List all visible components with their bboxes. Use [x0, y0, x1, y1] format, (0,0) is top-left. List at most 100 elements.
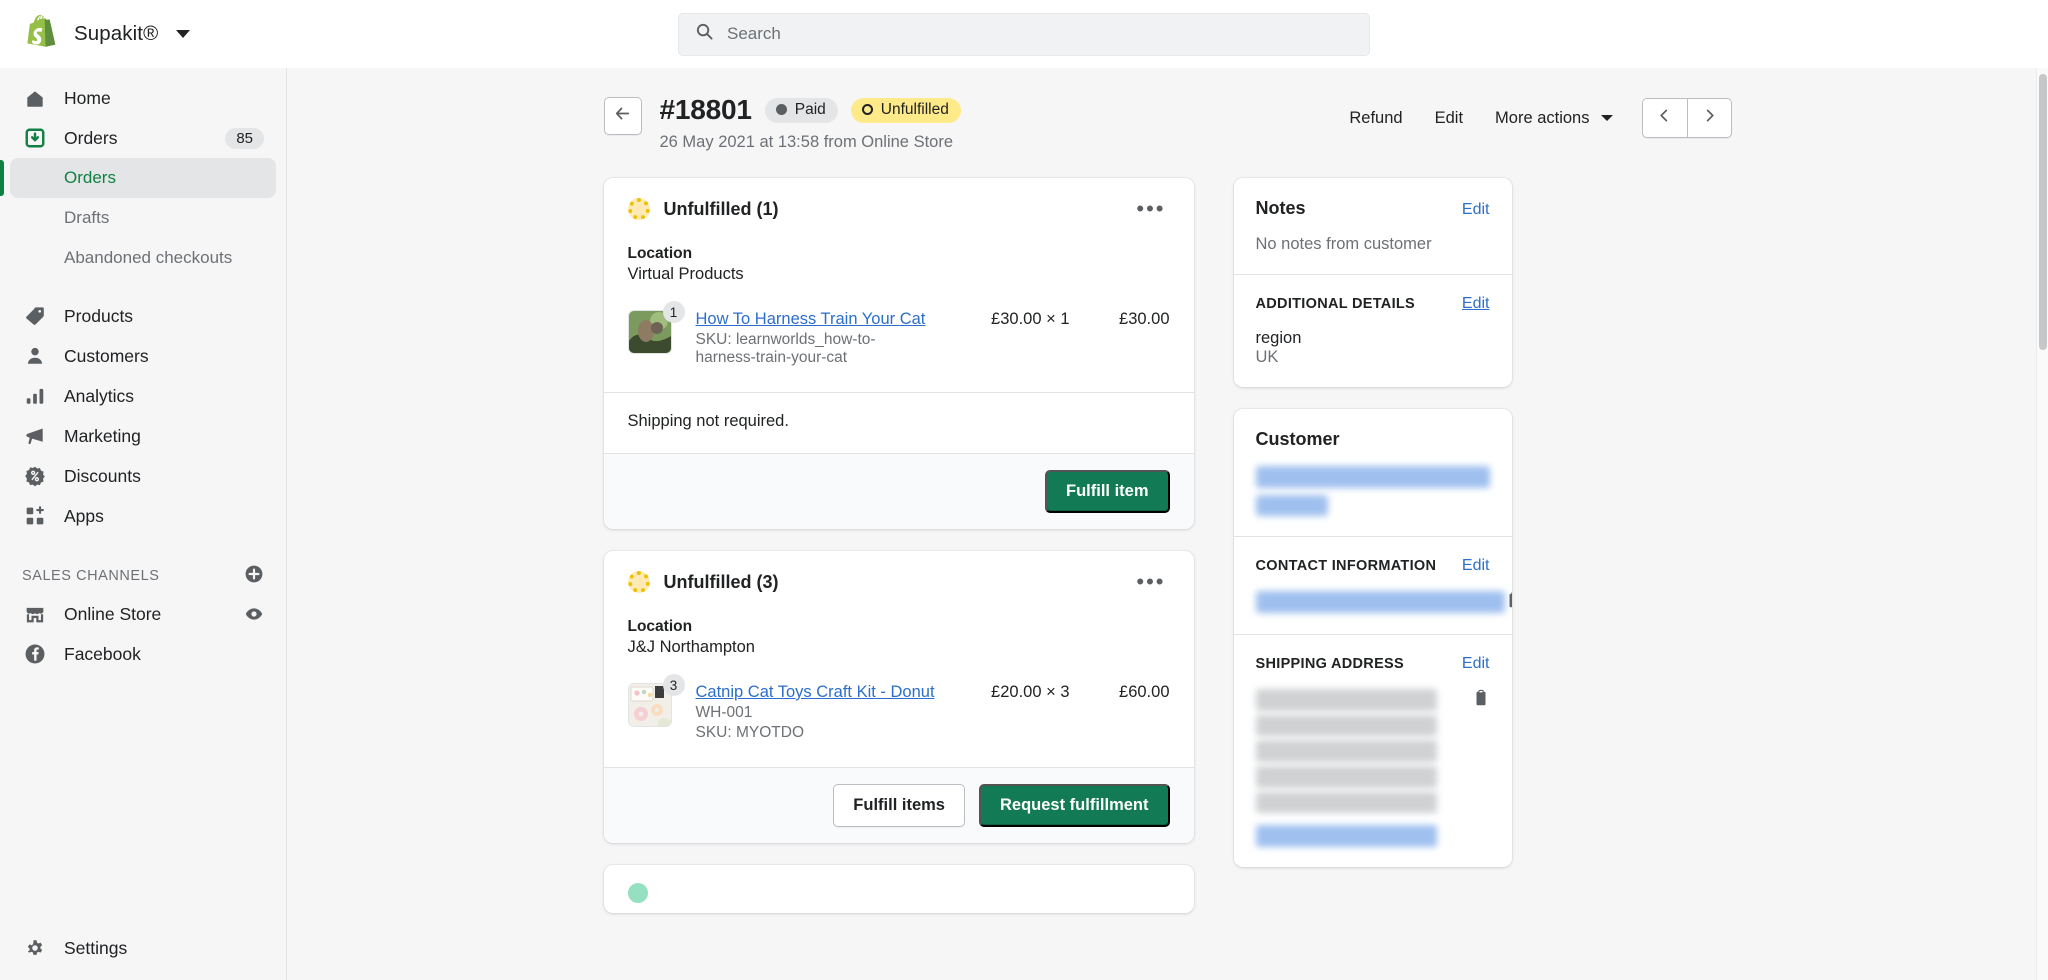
sidebar-item-discounts[interactable]: Discounts — [10, 456, 276, 496]
shipping-address-lines: ██████████████ █████████████ ███████████… — [1255, 689, 1437, 847]
shipping-address-edit-link[interactable]: Edit — [1462, 655, 1490, 673]
view-map-link-redacted[interactable]: ██████████ — [1255, 825, 1437, 847]
sidebar-item-label: Analytics — [64, 385, 135, 406]
sidebar-item-analytics[interactable]: Analytics — [10, 376, 276, 416]
app-shell: Home Orders 85 Orders Drafts Abandoned c… — [0, 68, 2048, 980]
scrollbar-thumb[interactable] — [2039, 74, 2047, 350]
sidebar-item-orders[interactable]: Orders 85 — [10, 118, 276, 158]
clipboard-icon[interactable] — [1505, 591, 1512, 614]
sidebar-item-label: Marketing — [64, 425, 141, 446]
product-link[interactable]: Catnip Cat Toys Craft Kit - Donut — [696, 683, 936, 702]
sidebar-subitem-label: Abandoned checkouts — [64, 248, 233, 267]
facebook-icon — [22, 641, 48, 667]
sidebar-item-settings[interactable]: Settings — [10, 928, 276, 968]
next-card-partial — [603, 865, 1194, 913]
notes-section: Notes Edit No notes from customer — [1234, 178, 1512, 274]
sidebar-item-online-store[interactable]: Online Store — [10, 594, 276, 634]
sidebar-item-label: Online Store — [64, 603, 162, 624]
sidebar-item-label: Home — [64, 87, 111, 108]
address-line-redacted: █████████████ — [1255, 714, 1437, 737]
edit-label: Edit — [1434, 108, 1464, 127]
contact-information-edit-link[interactable]: Edit — [1462, 557, 1490, 575]
sidebar-item-products[interactable]: Products — [10, 296, 276, 336]
notes-body: No notes from customer — [1255, 235, 1432, 253]
chevron-down-icon[interactable] — [176, 30, 191, 38]
tag-icon — [22, 303, 48, 329]
fulfillment-body: Location J&J Northampton 3 Catnip Cat To… — [604, 597, 1194, 767]
sidebar-item-customers[interactable]: Customers — [10, 336, 276, 376]
contact-email-row: ██████████████████████ — [1255, 591, 1512, 614]
ellipsis-icon[interactable]: ••• — [1132, 198, 1169, 220]
clipboard-icon[interactable] — [1472, 689, 1490, 712]
fulfill-item-button[interactable]: Fulfill item — [1045, 470, 1170, 513]
search-icon — [695, 22, 714, 46]
sidebar-item-home[interactable]: Home — [10, 78, 276, 118]
title-line: #18801 Paid Unfulfilled — [660, 94, 961, 126]
status-badge-label: Unfulfilled — [880, 100, 949, 118]
notes-edit-link[interactable]: Edit — [1462, 201, 1490, 219]
sidebar-item-label: Settings — [64, 937, 128, 958]
contact-information-title: CONTACT INFORMATION — [1255, 558, 1437, 575]
sidebar-item-marketing[interactable]: Marketing — [10, 416, 276, 456]
dot-filled-icon — [775, 104, 787, 115]
status-badge-paid: Paid — [764, 97, 838, 123]
plus-circle-icon[interactable] — [244, 564, 264, 589]
prev-order-button[interactable] — [1643, 99, 1687, 137]
contact-information-header: CONTACT INFORMATION Edit — [1256, 557, 1490, 575]
sidebar-item-label: Orders — [64, 127, 118, 148]
notes-card: Notes Edit No notes from customer ADDITI… — [1233, 178, 1512, 387]
sidebar-item-facebook[interactable]: Facebook — [10, 634, 276, 674]
next-card-header — [604, 865, 1194, 913]
fulfill-items-button[interactable]: Fulfill items — [833, 784, 965, 827]
megaphone-icon — [22, 423, 48, 449]
shipping-address-row: ██████████████ █████████████ ███████████… — [1255, 689, 1490, 847]
product-link[interactable]: How To Harness Train Your Cat — [696, 310, 936, 329]
shipping-note: Shipping not required. — [627, 412, 789, 430]
shipping-address-header: SHIPPING ADDRESS Edit — [1256, 655, 1490, 673]
line-item-info: Catnip Cat Toys Craft Kit - Donut WH-001… — [696, 683, 936, 742]
refund-button[interactable]: Refund — [1333, 100, 1418, 137]
chevron-left-icon — [1657, 108, 1672, 128]
product-sku: SKU: learnworlds_how-to-harness-train-yo… — [695, 331, 876, 366]
line-item-info: How To Harness Train Your Cat SKU: learn… — [696, 310, 936, 367]
secondary-column: Notes Edit No notes from customer ADDITI… — [1233, 178, 1512, 867]
customer-identity: ██████████████ █████████ — [1255, 466, 1490, 517]
unfulfilled-donut-icon — [627, 571, 650, 593]
request-fulfillment-button[interactable]: Request fulfillment — [978, 784, 1170, 827]
shipping-address-title: SHIPPING ADDRESS — [1255, 656, 1404, 673]
quantity-badge: 3 — [662, 674, 685, 696]
sidebar-item-label: Facebook — [64, 643, 141, 664]
more-actions-button[interactable]: More actions — [1479, 100, 1629, 137]
page-header-left: #18801 Paid Unfulfilled 26 May 2021 at 1… — [603, 94, 1334, 152]
additional-details-edit-link[interactable]: Edit — [1462, 295, 1490, 313]
sidebar-item-label: Products — [64, 305, 134, 326]
back-button[interactable] — [603, 97, 642, 135]
customer-email-redacted[interactable]: ██████████████████████ — [1255, 591, 1505, 613]
page-header: #18801 Paid Unfulfilled 26 May 2021 at 1… — [603, 94, 1732, 152]
sidebar-item-label: Apps — [64, 505, 104, 526]
search-input[interactable]: Search — [678, 12, 1370, 56]
status-badge-unfulfilled: Unfulfilled — [850, 97, 961, 123]
sidebar-subitem-drafts[interactable]: Drafts — [10, 198, 276, 238]
sidebar-subitem-abandoned-checkouts[interactable]: Abandoned checkouts — [10, 238, 276, 278]
eye-icon[interactable] — [244, 604, 264, 624]
sidebar-item-label: Customers — [64, 345, 149, 366]
line-total: £30.00 — [1119, 310, 1170, 328]
location-value: J&J Northampton — [627, 638, 755, 656]
edit-button[interactable]: Edit — [1419, 100, 1479, 137]
location-value: Virtual Products — [627, 265, 744, 283]
more-actions-label: More actions — [1495, 108, 1590, 127]
ellipsis-icon[interactable]: ••• — [1132, 571, 1169, 593]
shipping-address-section: SHIPPING ADDRESS Edit ██████████████ ███… — [1233, 634, 1512, 867]
address-line-redacted: ████████████ — [1255, 791, 1437, 814]
customer-name-redacted[interactable]: ██████████████ — [1255, 466, 1490, 488]
sidebar-subitem-orders[interactable]: Orders — [0, 158, 276, 198]
window-scrollbar[interactable] — [2036, 68, 2048, 980]
shopify-logo — [24, 14, 60, 54]
next-order-button[interactable] — [1686, 99, 1731, 137]
address-line-redacted: ████████████████ — [1255, 740, 1437, 762]
status-badge-label: Paid — [794, 100, 826, 118]
search-placeholder: Search — [727, 24, 781, 43]
sales-channels-header: SALES CHANNELS — [0, 558, 286, 594]
sidebar-item-apps[interactable]: Apps — [10, 496, 276, 536]
